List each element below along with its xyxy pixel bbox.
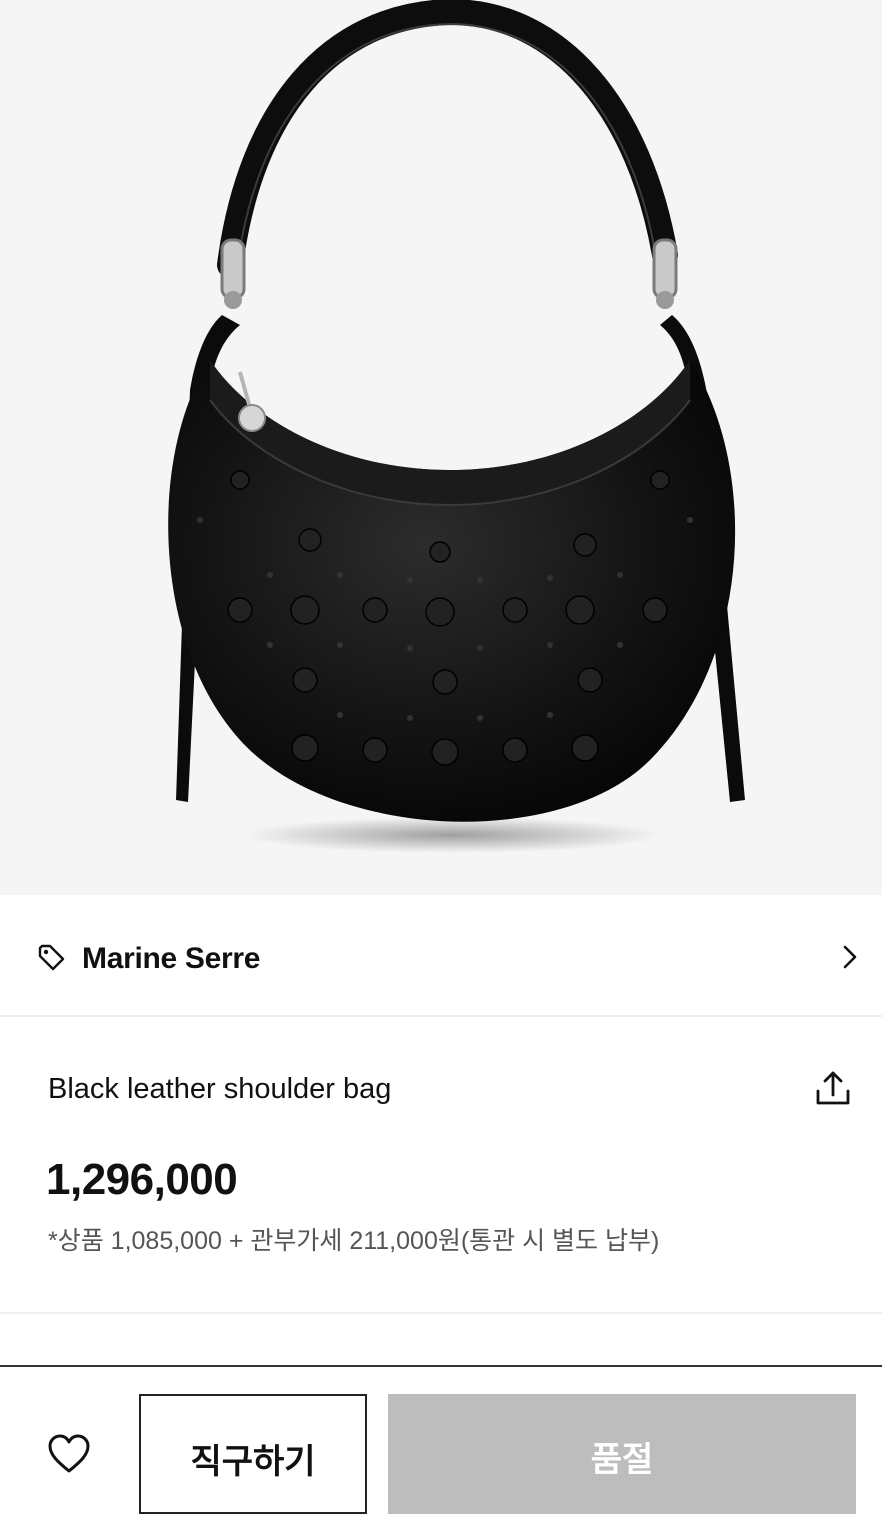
product-price: 1,296,000 [46, 1155, 238, 1204]
purchase-bar: 직구하기 품절 [0, 1365, 882, 1514]
product-info: Black leather shoulder bag 1,296,000 *상품… [0, 1017, 882, 1314]
tag-icon [38, 944, 65, 971]
sold-out-button[interactable]: 품절 [388, 1394, 856, 1514]
heart-icon[interactable] [46, 1431, 92, 1477]
bag-illustration [168, 0, 745, 853]
brand-row[interactable]: Marine Serre [0, 895, 882, 1017]
product-image[interactable] [0, 0, 882, 895]
product-title: Black leather shoulder bag [48, 1073, 392, 1105]
price-breakdown: *상품 1,085,000 + 관부가세 211,000원(통관 시 별도 납부… [48, 1227, 660, 1255]
brand-name[interactable]: Marine Serre [82, 937, 260, 981]
buy-direct-button[interactable]: 직구하기 [139, 1394, 367, 1514]
share-icon[interactable] [812, 1067, 854, 1109]
chevron-right-icon[interactable] [836, 943, 864, 971]
